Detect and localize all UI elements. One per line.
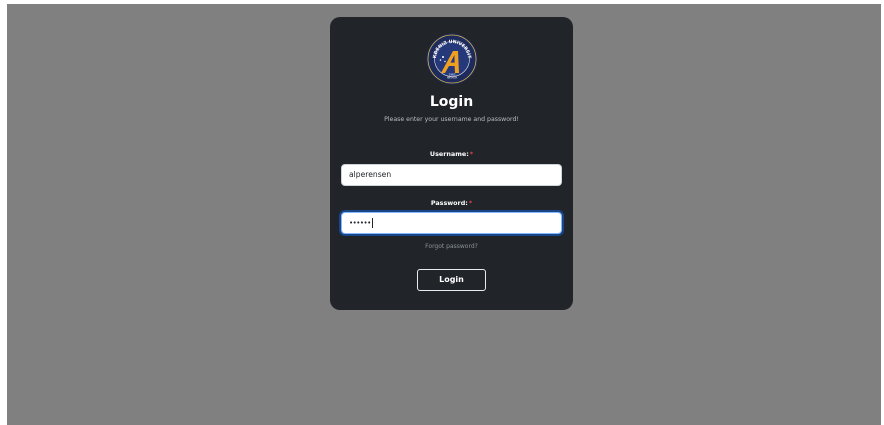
logo-city: ANTALYA bbox=[447, 77, 458, 80]
text-caret bbox=[371, 218, 373, 228]
page-background: AKDENIZ UNIVERSITY 1982 ANTALYA Login Pl… bbox=[7, 4, 881, 425]
username-value: alperensen bbox=[349, 170, 392, 179]
password-mask: •••••• bbox=[349, 219, 371, 227]
username-required-marker: * bbox=[469, 150, 474, 158]
login-card: AKDENIZ UNIVERSITY 1982 ANTALYA Login Pl… bbox=[330, 17, 573, 310]
login-subtitle: Please enter your username and password! bbox=[384, 116, 519, 123]
password-label-text: Password: bbox=[430, 199, 468, 207]
password-required-marker: * bbox=[468, 199, 473, 207]
password-input[interactable]: •••••• bbox=[341, 212, 562, 234]
username-input[interactable]: alperensen bbox=[341, 164, 562, 186]
forgot-password-link[interactable]: Forgot password? bbox=[330, 243, 573, 250]
username-label: Username:* bbox=[330, 150, 573, 158]
page-title: Login bbox=[429, 94, 474, 110]
university-logo-icon: AKDENIZ UNIVERSITY 1982 ANTALYA bbox=[423, 29, 478, 85]
login-button[interactable]: Login bbox=[417, 269, 486, 291]
password-label: Password:* bbox=[330, 199, 573, 207]
username-label-text: Username: bbox=[429, 150, 469, 158]
